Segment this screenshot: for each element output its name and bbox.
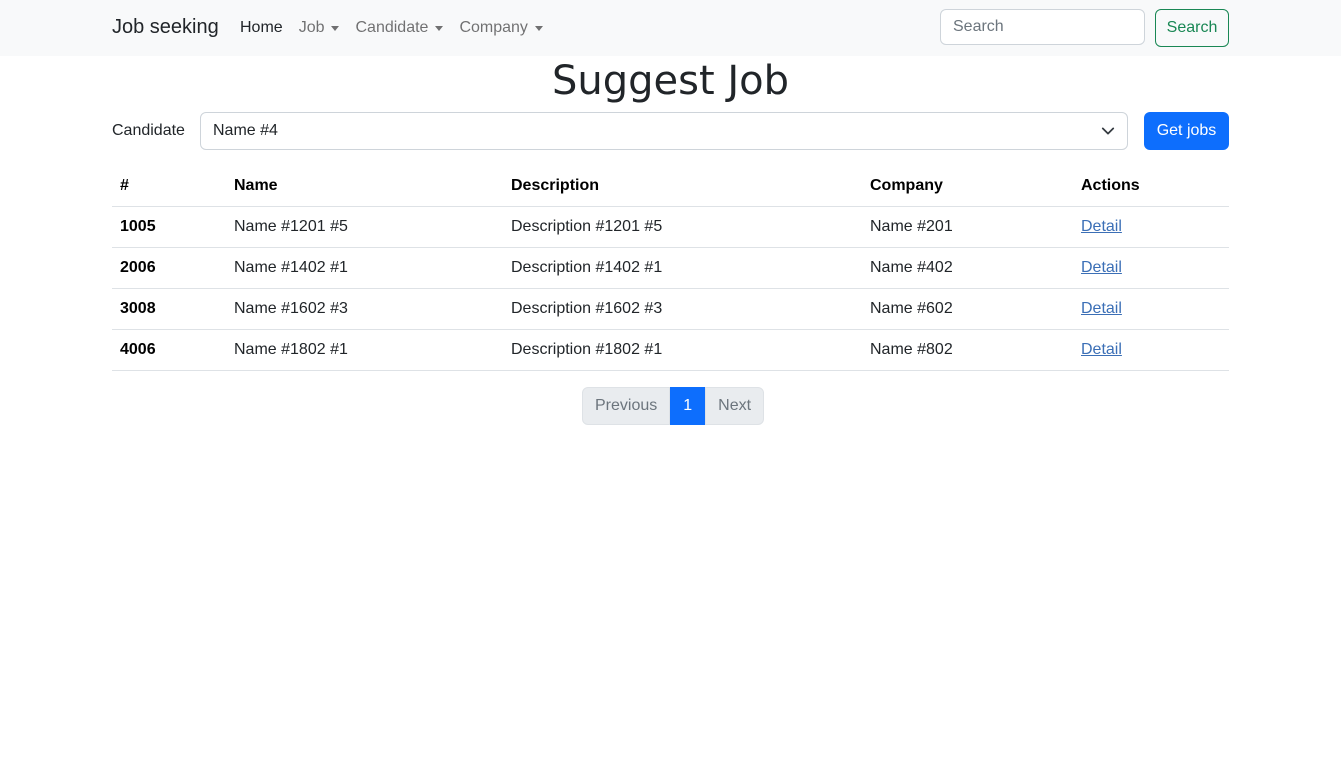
caret-down-icon bbox=[534, 25, 543, 31]
detail-link[interactable]: Detail bbox=[1081, 259, 1122, 276]
nav-company-dropdown[interactable]: Company bbox=[459, 19, 543, 37]
search-input[interactable] bbox=[940, 9, 1145, 45]
col-header-id: # bbox=[112, 166, 226, 207]
jobs-table: # Name Description Company Actions 1005 … bbox=[112, 166, 1229, 371]
pagination: Previous 1 Next bbox=[582, 387, 765, 425]
job-description: Description #1602 #3 bbox=[503, 288, 862, 330]
table-row: 4006 Name #1802 #1 Description #1802 #1 … bbox=[112, 329, 1229, 371]
top-navbar: Job seeking Home Job Candidate Company S… bbox=[0, 0, 1341, 56]
detail-link[interactable]: Detail bbox=[1081, 341, 1122, 358]
detail-link[interactable]: Detail bbox=[1081, 218, 1122, 235]
pagination-page-1[interactable]: 1 bbox=[670, 387, 706, 425]
table-header-row: # Name Description Company Actions bbox=[112, 166, 1229, 207]
job-id: 3008 bbox=[112, 288, 226, 330]
nav-job-label: Job bbox=[298, 19, 325, 36]
nav-company-label: Company bbox=[459, 19, 528, 36]
job-company: Name #602 bbox=[862, 288, 1073, 330]
job-id: 4006 bbox=[112, 329, 226, 371]
candidate-selected-value: Name #4 bbox=[213, 122, 278, 139]
job-company: Name #402 bbox=[862, 247, 1073, 289]
candidate-select[interactable]: Name #4 bbox=[200, 112, 1128, 150]
page-title: Suggest Job bbox=[551, 58, 790, 104]
col-header-name: Name bbox=[226, 166, 503, 207]
col-header-actions: Actions bbox=[1073, 166, 1229, 207]
job-description: Description #1402 #1 bbox=[503, 247, 862, 289]
detail-link[interactable]: Detail bbox=[1081, 300, 1122, 317]
job-description: Description #1201 #5 bbox=[503, 206, 862, 248]
table-row: 3008 Name #1602 #3 Description #1602 #3 … bbox=[112, 288, 1229, 330]
pagination-next[interactable]: Next bbox=[705, 387, 765, 425]
job-name: Name #1201 #5 bbox=[226, 206, 503, 248]
brand-link[interactable]: Job seeking bbox=[112, 16, 219, 39]
search-button[interactable]: Search bbox=[1155, 9, 1229, 47]
table-row: 1005 Name #1201 #5 Description #1201 #5 … bbox=[112, 206, 1229, 248]
nav-home[interactable]: Home bbox=[240, 19, 283, 37]
job-company: Name #802 bbox=[862, 329, 1073, 371]
candidate-label: Candidate bbox=[112, 122, 185, 139]
table-row: 2006 Name #1402 #1 Description #1402 #1 … bbox=[112, 247, 1229, 289]
job-name: Name #1602 #3 bbox=[226, 288, 503, 330]
job-company: Name #201 bbox=[862, 206, 1073, 248]
nav-job-dropdown[interactable]: Job bbox=[299, 19, 340, 37]
caret-down-icon bbox=[331, 25, 340, 31]
get-jobs-button[interactable]: Get jobs bbox=[1144, 112, 1229, 150]
job-name: Name #1402 #1 bbox=[226, 247, 503, 289]
col-header-description: Description bbox=[503, 166, 862, 207]
nav-candidate-dropdown[interactable]: Candidate bbox=[355, 19, 444, 37]
job-description: Description #1802 #1 bbox=[503, 329, 862, 371]
chevron-down-icon bbox=[1101, 127, 1115, 135]
job-name: Name #1802 #1 bbox=[226, 329, 503, 371]
nav-links: Home Job Candidate Company bbox=[240, 19, 559, 37]
nav-candidate-label: Candidate bbox=[355, 19, 429, 36]
pagination-previous[interactable]: Previous bbox=[582, 387, 671, 425]
caret-down-icon bbox=[435, 25, 444, 31]
col-header-company: Company bbox=[862, 166, 1073, 207]
job-id: 1005 bbox=[112, 206, 226, 248]
nav-home-label: Home bbox=[240, 19, 283, 36]
job-id: 2006 bbox=[112, 247, 226, 289]
